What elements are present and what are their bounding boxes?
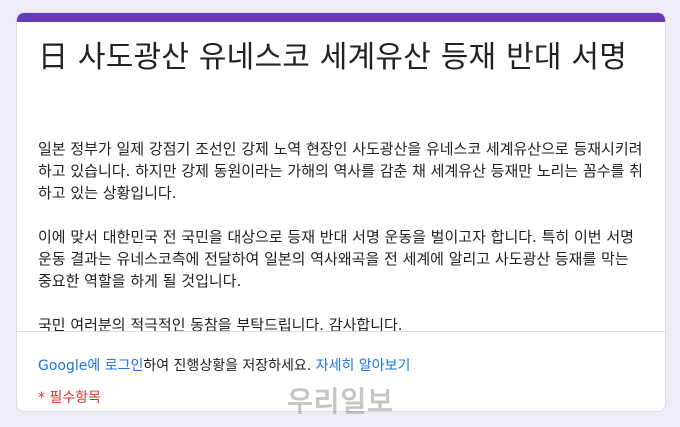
divider <box>17 331 665 332</box>
form-description: 일본 정부가 일제 강점기 조선인 강제 노역 현장인 사도광산을 유네스코 세… <box>38 138 644 358</box>
description-paragraph: 일본 정부가 일제 강점기 조선인 강제 노역 현장인 사도광산을 유네스코 세… <box>38 140 643 202</box>
required-note: * 필수항목 <box>38 390 101 406</box>
description-paragraph: 국민 여러분의 적극적인 동참을 부탁드립니다. 감사합니다. <box>38 316 403 334</box>
login-prompt: Google에 로그인하여 진행상황을 저장하세요. 자세히 알아보기 <box>38 356 410 376</box>
description-paragraph: 이에 맞서 대한민국 전 국민을 대상으로 등재 반대 서명 운동을 벌이고자 … <box>38 228 634 290</box>
form-title: 日 사도광산 유네스코 세계유산 등재 반대 서명 <box>38 40 628 75</box>
form-accent-bar <box>17 13 665 22</box>
google-login-link[interactable]: Google에 로그인 <box>38 358 143 374</box>
form-header-card: 日 사도광산 유네스코 세계유산 등재 반대 서명 일본 정부가 일제 강점기 … <box>16 12 666 412</box>
login-prompt-text: 하여 진행상황을 저장하세요. <box>143 358 316 374</box>
watermark-logo: 우리일보 <box>287 385 395 418</box>
learn-more-link[interactable]: 자세히 알아보기 <box>316 358 411 374</box>
